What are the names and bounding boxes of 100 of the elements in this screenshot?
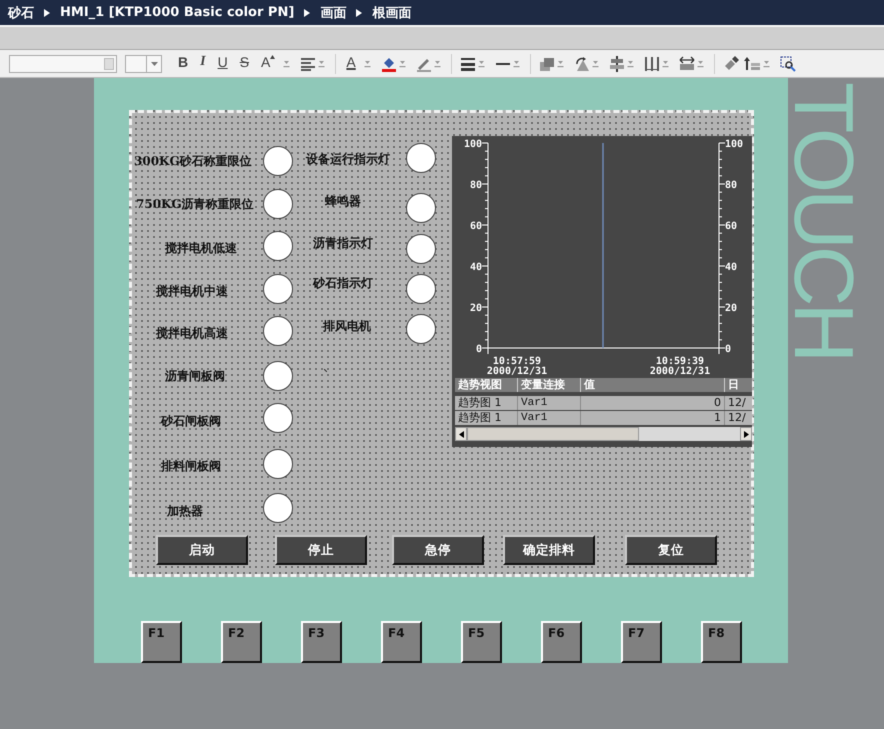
function-key[interactable]: F3 (301, 621, 342, 663)
rotate-icon[interactable] (574, 56, 590, 72)
dropdown-arrow-icon[interactable] (146, 56, 161, 72)
breadcrumb-item[interactable]: 根画面 (372, 4, 412, 22)
indicator-lamp (263, 316, 293, 346)
indicator-lamp (406, 234, 436, 264)
hmi-button[interactable]: 确定排料 (503, 535, 595, 565)
lamp-label: 搅拌电机高速 (156, 325, 228, 341)
dropdown-arrow-icon[interactable] (662, 59, 669, 68)
dropdown-arrow-icon[interactable] (398, 59, 406, 68)
font-name-field[interactable] (9, 54, 117, 72)
function-key[interactable]: F2 (221, 621, 262, 663)
axis-label: 60 (470, 221, 482, 232)
scroll-right-icon[interactable] (740, 427, 752, 441)
axis-label: 100 (464, 139, 482, 150)
dropdown-arrow-icon[interactable] (478, 59, 485, 68)
breadcrumb-item[interactable]: 画面 (320, 4, 346, 22)
function-key[interactable]: F4 (381, 621, 422, 663)
axis-label: 0 (725, 344, 732, 355)
column-header: 变量连接 (518, 378, 581, 392)
text-color-button[interactable]: A (342, 54, 360, 74)
function-key[interactable]: F7 (621, 621, 662, 663)
column-header: 值 (581, 378, 725, 392)
dropdown-arrow-icon[interactable] (364, 59, 371, 68)
indicator-lamp (263, 493, 293, 523)
column-header: 日 (727, 378, 740, 392)
arrow-right-icon (304, 8, 310, 16)
lamp-label: 沥青闸板阀 (165, 368, 225, 384)
lamp-label: 排料闸板阀 (161, 458, 221, 474)
column-header: 趋势视图 (455, 378, 518, 392)
time-label: 10:59:39 (656, 356, 704, 367)
indicator-lamp (263, 231, 293, 261)
layer-icon[interactable] (538, 56, 555, 72)
dropdown-arrow-icon[interactable] (318, 59, 326, 68)
indicator-lamp (263, 146, 293, 176)
lamp-label: 蜂鸣器 (325, 193, 361, 209)
dropdown-arrow-icon[interactable] (434, 59, 441, 68)
axis-label: 0 (476, 344, 482, 355)
strikethrough-button[interactable]: S (236, 54, 254, 74)
brush-icon[interactable] (722, 56, 739, 72)
arrow-right-icon (356, 8, 362, 16)
axis-label: 40 (470, 262, 482, 273)
dropdown-arrow-icon[interactable] (283, 59, 290, 68)
table-cell: Var1 (518, 396, 581, 410)
axis-label: 20 (470, 303, 482, 314)
table-cell-text: 12/ (727, 411, 747, 425)
text-align-icon[interactable] (300, 56, 316, 70)
axis-label: 100 (725, 139, 744, 150)
scroll-left-icon[interactable] (455, 427, 467, 441)
font-size-dropdown[interactable] (125, 54, 162, 72)
indicator-lamp (263, 403, 293, 433)
dropdown-arrow-icon[interactable] (762, 59, 770, 68)
paint-bucket-icon[interactable] (380, 56, 397, 72)
breadcrumb-item[interactable]: HMI_1 [KTP1000 Basic color PN] (60, 5, 294, 20)
bold-button[interactable]: B (174, 54, 192, 74)
table-cell: 趋势图 1 (455, 411, 518, 425)
breadcrumb-item[interactable]: 砂石 (8, 4, 34, 22)
dropdown-arrow-icon[interactable] (512, 59, 520, 68)
tick-mark-icon (324, 369, 327, 372)
dropdown-arrow-icon[interactable] (696, 59, 704, 68)
equal-width-icon[interactable] (678, 56, 695, 72)
indicator-lamp (406, 314, 436, 344)
function-key[interactable]: F1 (141, 621, 182, 663)
function-key[interactable]: F6 (541, 621, 582, 663)
lamp-label: 砂石指示灯 (313, 275, 373, 291)
ruler-line[interactable] (602, 143, 604, 348)
lamp-label: 搅拌电机低速 (165, 240, 237, 256)
dropdown-arrow-icon[interactable] (626, 59, 634, 68)
hmi-button[interactable]: 停止 (275, 535, 367, 565)
axis-label: 80 (725, 180, 738, 191)
indicator-lamp (263, 274, 293, 304)
date-label: 2000/12/31 (486, 366, 548, 377)
distribute-icon[interactable] (644, 56, 660, 72)
hmi-button[interactable]: 启动 (156, 535, 248, 565)
underline-button[interactable]: U (214, 54, 232, 74)
zoom-selection-icon[interactable] (780, 56, 796, 72)
align-center-icon[interactable] (608, 56, 625, 72)
table-cell: 趋势图 1 (455, 396, 518, 410)
italic-button[interactable]: I (196, 54, 210, 74)
line-weight-icon[interactable] (460, 56, 476, 70)
lamp-label: 300KG砂石称重限位 (134, 153, 252, 169)
lamp-label: 750KG沥青称重限位 (136, 196, 254, 212)
function-key[interactable]: F8 (701, 621, 742, 663)
horizontal-scrollbar[interactable] (455, 427, 752, 441)
lamp-label: 搅拌电机中速 (156, 283, 228, 299)
table-cell: 1 (581, 411, 725, 425)
lamp-label: 沥青指示灯 (313, 235, 373, 251)
bring-forward-icon[interactable] (742, 56, 761, 72)
arrow-right-icon (44, 8, 50, 16)
font-size-increase-button[interactable]: A (257, 54, 280, 74)
brand-text: TOUCH (782, 82, 866, 360)
hmi-button[interactable]: 复位 (625, 535, 717, 565)
hmi-button[interactable]: 急停 (392, 535, 484, 565)
table-cell: Var1 (518, 411, 581, 425)
function-key[interactable]: F5 (461, 621, 502, 663)
lamp-label: 排风电机 (323, 318, 371, 334)
scroll-thumb[interactable] (467, 427, 639, 441)
indicator-lamp (406, 143, 436, 173)
dropdown-arrow-icon[interactable] (592, 59, 599, 68)
dropdown-arrow-icon[interactable] (556, 59, 564, 68)
